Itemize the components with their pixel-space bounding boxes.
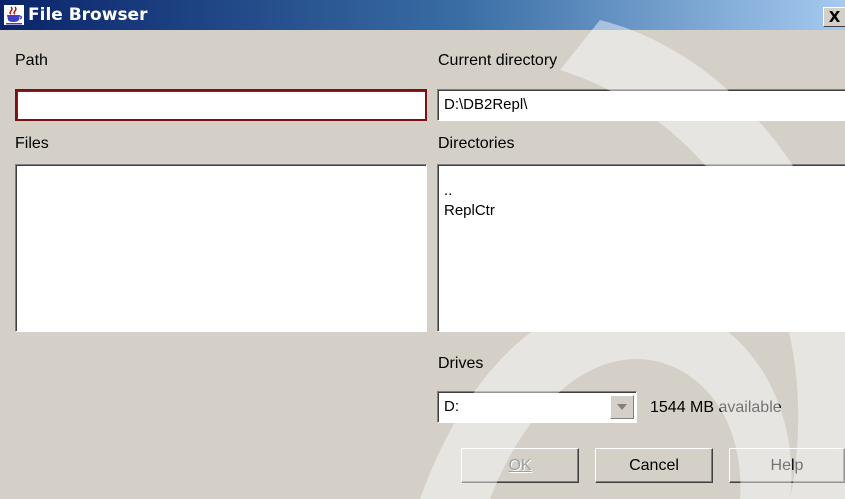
path-label: Path: [15, 52, 48, 69]
path-input[interactable]: [15, 89, 427, 121]
directories-label: Directories: [438, 135, 515, 152]
window-title: File Browser: [28, 5, 148, 25]
close-button[interactable]: X: [823, 7, 845, 27]
chevron-down-icon[interactable]: [610, 395, 634, 419]
ok-button[interactable]: OK: [461, 448, 579, 483]
title-bar[interactable]: File Browser X: [0, 0, 845, 30]
java-cup-icon: [4, 5, 24, 25]
cancel-button[interactable]: Cancel: [595, 448, 713, 483]
drive-available-space: 1544 MB available: [650, 399, 782, 416]
drive-select[interactable]: D:: [437, 391, 637, 423]
directory-item-replctr[interactable]: ReplCtr: [444, 201, 845, 221]
files-list[interactable]: [15, 164, 427, 332]
drives-label: Drives: [438, 355, 484, 372]
drive-selected-value: D:: [444, 398, 459, 415]
directory-item-parent[interactable]: ..: [444, 181, 845, 201]
files-label: Files: [15, 135, 49, 152]
directories-list[interactable]: .. ReplCtr: [437, 164, 845, 332]
current-directory-label: Current directory: [438, 52, 558, 69]
current-directory-field: D:\DB2Repl\: [437, 89, 845, 121]
file-browser-dialog: File Browser X Path Current directory D:…: [0, 0, 845, 499]
help-button[interactable]: Help: [729, 448, 845, 483]
